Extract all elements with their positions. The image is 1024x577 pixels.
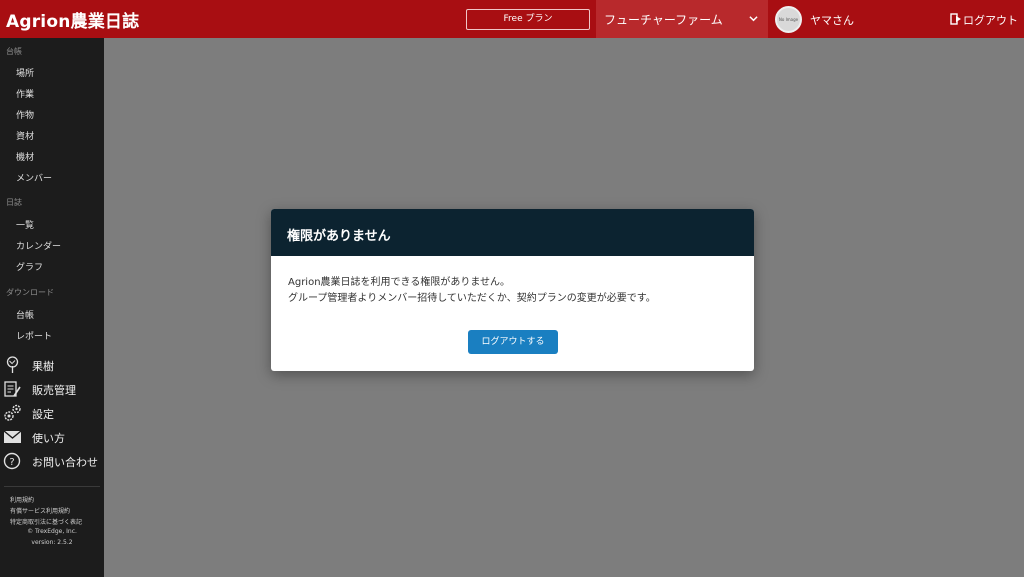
- paid-service-terms-link[interactable]: 有償サービス利用規約: [10, 506, 70, 515]
- app-header: Agrion農業日誌 Free プラン フューチャーファーム No Image …: [0, 0, 1024, 38]
- dialog-title: 権限がありません: [287, 229, 391, 244]
- commerce-law-link[interactable]: 特定商取引法に基づく表記: [10, 517, 82, 526]
- envelope-icon: [3, 430, 22, 443]
- sidebar-item-graph[interactable]: グラフ: [16, 260, 43, 273]
- logout-label: ログアウト: [963, 14, 1018, 27]
- terms-link[interactable]: 利用規約: [10, 495, 34, 504]
- sidebar-item-contact[interactable]: ? お問い合わせ: [3, 452, 103, 470]
- tree-icon: [6, 356, 19, 373]
- section-title-download: ダウンロード: [6, 288, 54, 297]
- sidebar-item-howto[interactable]: 使い方: [3, 428, 103, 446]
- sidebar-item-label: お問い合わせ: [32, 456, 98, 469]
- question-circle-icon: ?: [3, 452, 21, 470]
- farm-select-value: フューチャーファーム: [604, 13, 723, 27]
- sidebar-item-report[interactable]: レポート: [16, 329, 52, 342]
- farm-select[interactable]: フューチャーファーム: [596, 0, 768, 38]
- sidebar: 台帳 場所 作業 作物 資材 機材 メンバー 日誌 一覧 カレンダー グラフ ダ…: [0, 38, 104, 577]
- sidebar-item-calendar[interactable]: カレンダー: [16, 239, 61, 252]
- sidebar-item-materials[interactable]: 資材: [16, 129, 34, 142]
- sidebar-item-list[interactable]: 一覧: [16, 218, 34, 231]
- sidebar-divider: [4, 486, 100, 487]
- sidebar-item-equipment[interactable]: 機材: [16, 150, 34, 163]
- gear-icon: [4, 404, 21, 421]
- permission-dialog: 権限がありません Agrion農業日誌を利用できる権限がありません。 グループ管…: [271, 209, 754, 371]
- dialog-body: Agrion農業日誌を利用できる権限がありません。 グループ管理者よりメンバー招…: [288, 275, 738, 307]
- sidebar-item-download-ledger[interactable]: 台帳: [16, 308, 34, 321]
- sidebar-item-label: 販売管理: [32, 384, 76, 397]
- sidebar-item-sales[interactable]: 販売管理: [3, 380, 103, 398]
- sidebar-item-crops[interactable]: 作物: [16, 108, 34, 121]
- chevron-down-icon: [749, 16, 758, 22]
- plan-button[interactable]: Free プラン: [466, 9, 590, 30]
- logout-icon: [950, 13, 961, 25]
- sidebar-item-places[interactable]: 場所: [16, 66, 34, 79]
- sidebar-item-label: 設定: [32, 408, 54, 421]
- clipboard-pencil-icon: [4, 381, 21, 397]
- dialog-header: 権限がありません: [271, 209, 754, 256]
- version-text: version: 2.5.2: [31, 539, 73, 546]
- copyright: © TrexEdge, Inc.: [27, 528, 77, 535]
- svg-text:?: ?: [9, 457, 14, 468]
- section-title-ledger: 台帳: [6, 47, 22, 56]
- user-menu[interactable]: No Image ヤマさん: [772, 0, 932, 38]
- user-name: ヤマさん: [810, 14, 854, 27]
- avatar-placeholder-text: No Image: [778, 17, 799, 22]
- dialog-message-line-1: Agrion農業日誌を利用できる権限がありません。: [288, 277, 511, 288]
- sidebar-item-members[interactable]: メンバー: [16, 171, 52, 184]
- avatar: No Image: [775, 6, 802, 33]
- sidebar-item-tasks[interactable]: 作業: [16, 87, 34, 100]
- app-logo[interactable]: Agrion農業日誌: [6, 7, 139, 32]
- section-title-diary: 日誌: [6, 198, 22, 207]
- sidebar-item-label: 果樹: [32, 360, 54, 373]
- logout-button[interactable]: ログアウトする: [468, 330, 558, 354]
- sidebar-item-settings[interactable]: 設定: [3, 404, 103, 422]
- dialog-message-line-2: グループ管理者よりメンバー招待していただくか、契約プランの変更が必要です。: [288, 293, 656, 304]
- sidebar-item-orchard[interactable]: 果樹: [3, 356, 103, 374]
- sidebar-item-label: 使い方: [32, 432, 65, 445]
